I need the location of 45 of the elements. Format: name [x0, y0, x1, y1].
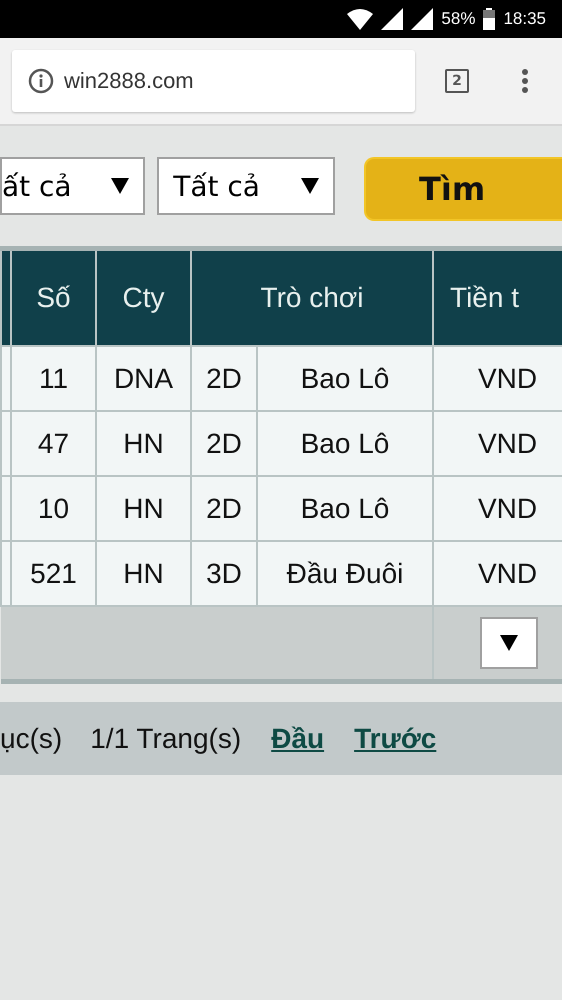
table-cell: HN — [96, 476, 191, 541]
table-cell: Bao Lô — [257, 476, 433, 541]
table-cell: 11 — [11, 346, 96, 411]
tab-count-button[interactable]: 2 — [445, 69, 469, 93]
page-size-dropdown[interactable] — [480, 617, 538, 669]
column-header: Số — [11, 248, 96, 346]
table-cell: VND — [433, 346, 562, 411]
battery-percent: 58% — [441, 9, 476, 29]
battery-icon — [483, 8, 496, 30]
table-cell: Đầu Đuôi — [257, 541, 433, 606]
table-cell: HN — [96, 541, 191, 606]
caret-icon — [500, 635, 518, 651]
pager-link[interactable]: Trước — [354, 722, 436, 754]
caret-icon — [301, 178, 320, 194]
column-header: Trò chơi — [191, 248, 433, 346]
page-count: 1/1 Trang(s) — [90, 722, 242, 754]
menu-icon[interactable] — [521, 68, 529, 94]
table-cell: 3D — [191, 541, 257, 606]
pager-link[interactable]: Đầu — [271, 722, 324, 754]
column-header: Cty — [96, 248, 191, 346]
address-bar[interactable]: win2888.com — [12, 50, 415, 112]
record-count: ục(s) — [0, 722, 62, 754]
table-cell: 2D — [191, 346, 257, 411]
signal-icon — [381, 8, 404, 30]
table-cell: VND — [433, 476, 562, 541]
table-cell: DNA — [96, 346, 191, 411]
table-cell: VND — [433, 411, 562, 476]
table-cell: 521 — [11, 541, 96, 606]
filter-dropdown[interactable]: Tất cả — [157, 157, 336, 215]
search-button[interactable]: Tìm — [364, 157, 562, 221]
filter-dropdown[interactable]: ất cả — [0, 157, 146, 215]
signal-icon — [411, 8, 434, 30]
column-header: Tiền t — [433, 248, 562, 346]
wifi-icon — [347, 8, 374, 30]
table-cell: 10 — [11, 476, 96, 541]
table-cell: 47 — [11, 411, 96, 476]
info-icon[interactable] — [28, 68, 54, 94]
table-cell: Bao Lô — [257, 411, 433, 476]
table-cell: Bao Lô — [257, 346, 433, 411]
clock: 18:35 — [503, 9, 546, 29]
table-cell: 2D — [191, 411, 257, 476]
caret-icon — [111, 178, 130, 194]
table-cell: VND — [433, 541, 562, 606]
table-cell: 2D — [191, 476, 257, 541]
table-cell: HN — [96, 411, 191, 476]
